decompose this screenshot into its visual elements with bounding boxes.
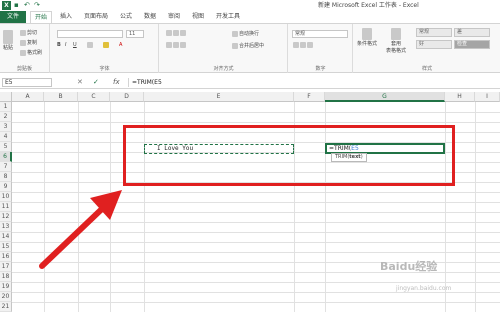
- watermark-logo: Baidu经验: [380, 260, 438, 273]
- arrow-shaft: [39, 203, 108, 269]
- watermark-url: jingyan.baidu.com: [396, 285, 452, 292]
